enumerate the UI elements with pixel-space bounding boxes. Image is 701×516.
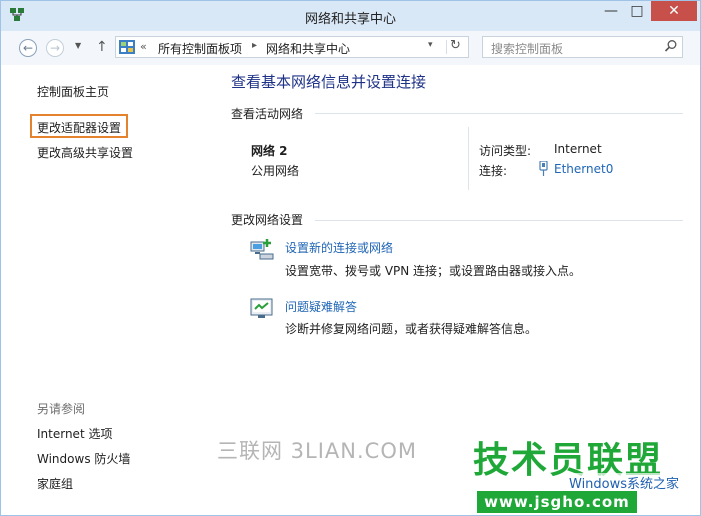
see-also-internet-options[interactable]: Internet 选项 — [37, 425, 112, 442]
breadcrumb-separator[interactable]: ▸ — [252, 40, 257, 51]
see-also-header: 另请参阅 — [37, 402, 86, 416]
refresh-icon[interactable]: ↻ — [450, 38, 461, 53]
watermark-jsgho-logo: 技术员联盟 Windows系统之家 www.jsgho.com — [471, 441, 691, 515]
network-name: 网络 2 — [251, 144, 288, 158]
ethernet-icon — [539, 161, 548, 176]
navigation-bar: ← → ▼ ↑ « 所有控制面板项 ▸ 网络和共享中心 ▾ ↻ 搜索控制面板 — [1, 31, 700, 66]
active-networks-header: 查看活动网络 — [231, 107, 304, 121]
address-bar[interactable]: « 所有控制面板项 ▸ 网络和共享中心 ▾ ↻ — [115, 36, 469, 58]
control-panel-icon — [119, 40, 135, 54]
search-placeholder: 搜索控制面板 — [491, 42, 564, 56]
troubleshoot-icon — [250, 298, 273, 318]
watermark-logo-sub: Windows系统之家 — [569, 473, 680, 492]
troubleshoot-desc: 诊断并修复网络问题，或者获得疑难解答信息。 — [285, 322, 538, 336]
up-button[interactable]: ↑ — [96, 39, 108, 55]
setup-new-connection-desc: 设置宽带、拨号或 VPN 连接；或设置路由器或接入点。 — [285, 264, 582, 278]
network-type: 公用网络 — [251, 164, 300, 178]
recent-locations-button[interactable]: ▼ — [75, 41, 81, 50]
page-title: 查看基本网络信息并设置连接 — [231, 73, 427, 91]
close-button[interactable]: ✕ — [651, 1, 697, 21]
access-type-label: 访问类型: — [479, 144, 532, 158]
section-divider — [315, 113, 683, 114]
watermark-3lian: 三联网 3LIAN.COM — [217, 439, 417, 463]
breadcrumb-network-sharing-center[interactable]: 网络和共享中心 — [266, 40, 350, 57]
access-type-value: Internet — [554, 142, 602, 156]
see-also-windows-firewall[interactable]: Windows 防火墙 — [37, 450, 130, 467]
ethernet-connection-link[interactable]: Ethernet0 — [554, 162, 613, 176]
title-bar: 网络和共享中心 — □ ✕ — [1, 1, 700, 31]
maximize-button[interactable]: □ — [624, 2, 650, 22]
sidebar-control-panel-home[interactable]: 控制面板主页 — [37, 83, 109, 100]
network-info-divider — [468, 127, 469, 190]
watermark-logo-url: www.jsgho.com — [477, 491, 637, 513]
setup-new-connection-link[interactable]: 设置新的连接或网络 — [285, 239, 393, 256]
change-settings-header: 更改网络设置 — [231, 213, 304, 227]
section-divider — [315, 220, 683, 221]
window-title: 网络和共享中心 — [304, 12, 396, 27]
search-input[interactable]: 搜索控制面板 — [482, 36, 683, 58]
window: 网络和共享中心 — □ ✕ ← → ▼ ↑ « 所有控制面板项 ▸ 网络和共享中… — [0, 0, 701, 516]
address-dropdown-icon[interactable]: ▾ — [428, 40, 447, 54]
search-icon[interactable] — [664, 39, 678, 53]
minimize-button[interactable]: — — [598, 2, 624, 22]
back-button[interactable]: ← — [19, 39, 37, 57]
new-connection-icon — [250, 239, 274, 260]
sidebar-change-adapter-settings[interactable]: 更改适配器设置 — [37, 119, 121, 136]
troubleshoot-link[interactable]: 问题疑难解答 — [285, 298, 357, 315]
forward-button[interactable]: → — [46, 39, 64, 57]
see-also-homegroup[interactable]: 家庭组 — [37, 475, 73, 492]
connections-label: 连接: — [479, 164, 508, 178]
address-overflow-chevron[interactable]: « — [140, 40, 147, 53]
breadcrumb-all-control-panel-items[interactable]: 所有控制面板项 — [158, 40, 242, 57]
sidebar-change-advanced-sharing[interactable]: 更改高级共享设置 — [37, 144, 133, 161]
